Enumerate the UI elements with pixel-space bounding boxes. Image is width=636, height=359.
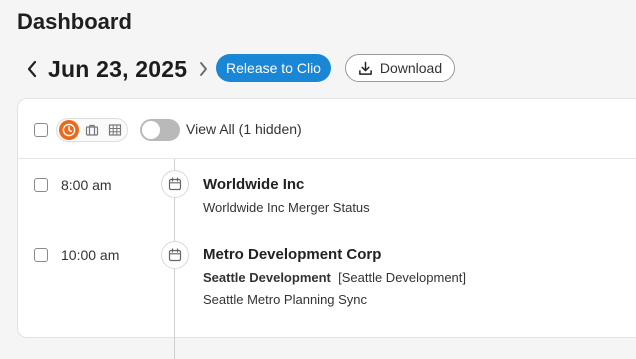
view-switcher [56, 118, 128, 142]
download-icon [358, 61, 373, 76]
toggle-knob [142, 121, 160, 139]
briefcase-icon[interactable] [82, 120, 102, 140]
event-checkbox[interactable] [34, 248, 48, 262]
event-title[interactable]: Worldwide Inc [203, 176, 304, 193]
event-matter: Seattle Development [Seattle Development… [203, 270, 466, 285]
select-all-checkbox[interactable] [34, 123, 48, 137]
chevron-right-icon[interactable] [193, 54, 213, 84]
release-to-clio-button[interactable]: Release to Clio [216, 54, 331, 82]
event-matter-name: Seattle Development [203, 270, 331, 285]
grid-icon[interactable] [105, 120, 125, 140]
clock-icon[interactable] [59, 120, 79, 140]
schedule-panel: View All (1 hidden) 8:00 am Worldwide In… [17, 98, 636, 359]
date-navigator: Jun 23, 2025 [22, 52, 213, 86]
event-matter-tag: [Seattle Development] [338, 270, 467, 285]
event-subtitle: Seattle Metro Planning Sync [203, 292, 368, 307]
event-time: 8:00 am [61, 177, 112, 193]
page-title: Dashboard [17, 9, 132, 34]
current-date: Jun 23, 2025 [48, 55, 188, 82]
event-title[interactable]: Metro Development Corp [203, 246, 381, 263]
chevron-left-icon[interactable] [22, 54, 42, 84]
event-time: 10:00 am [61, 247, 120, 263]
download-label: Download [379, 60, 443, 76]
view-all-toggle[interactable] [140, 119, 180, 141]
download-button[interactable]: Download [345, 54, 455, 82]
view-all-label: View All (1 hidden) [186, 121, 302, 137]
calendar-icon [161, 170, 189, 198]
event-subtitle: Worldwide Inc Merger Status [203, 200, 370, 215]
event-checkbox[interactable] [34, 178, 48, 192]
schedule-toolbar: View All (1 hidden) [18, 99, 636, 159]
calendar-icon [161, 241, 189, 269]
